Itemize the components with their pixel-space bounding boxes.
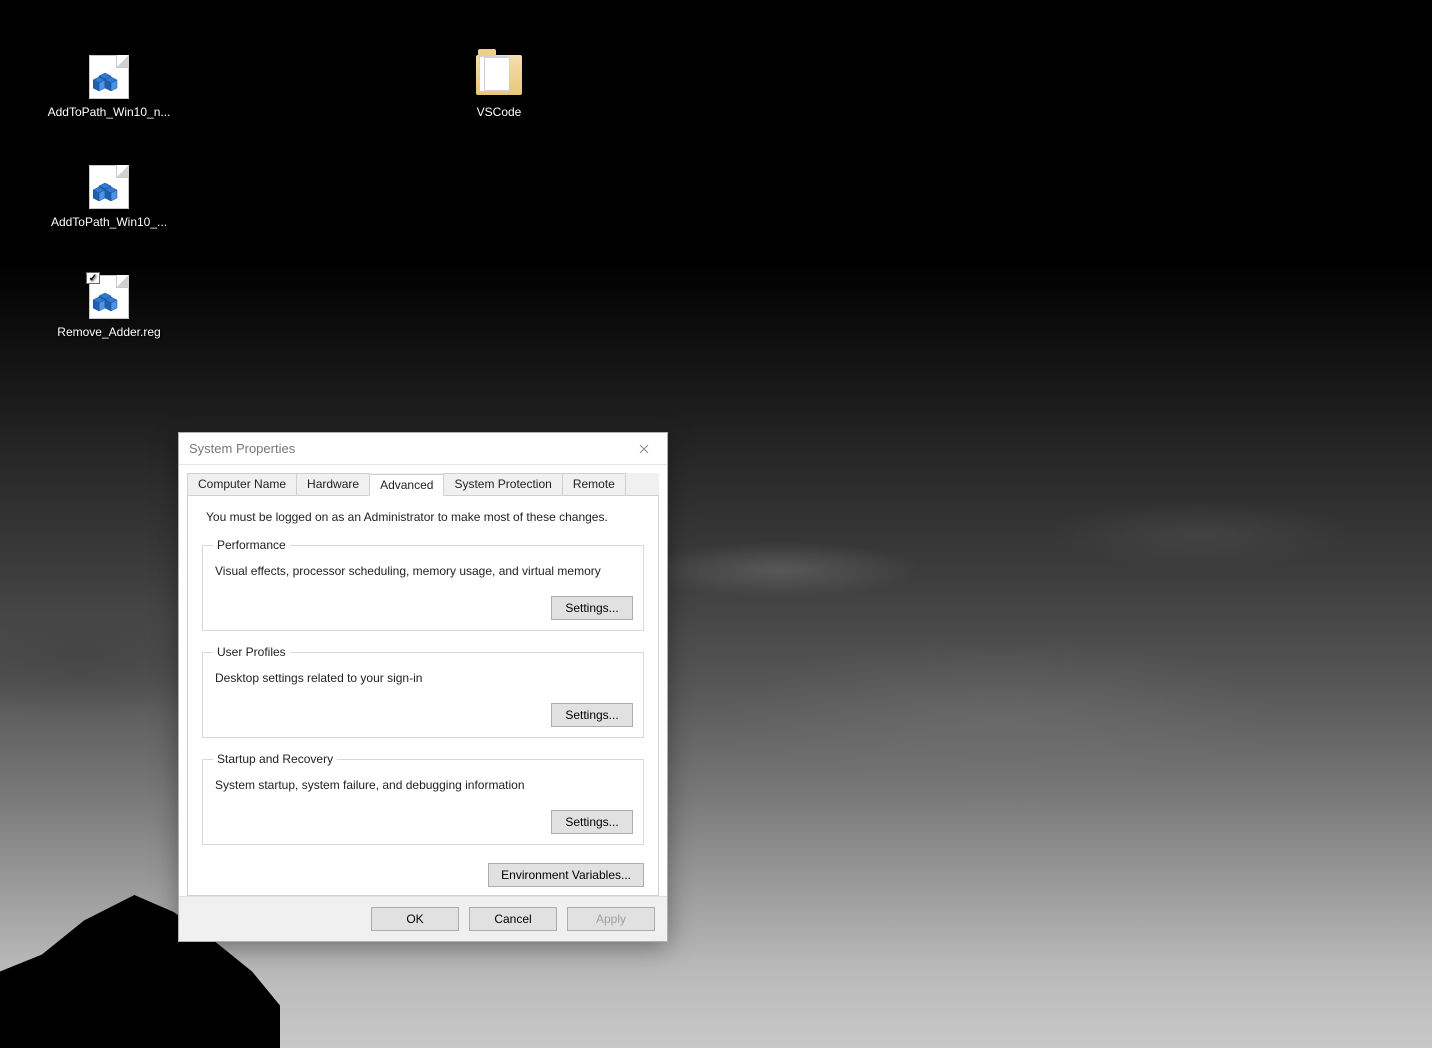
desktop[interactable]: AddToPath_Win10_n... AddToPath_Win10_... ✓… — [0, 0, 1432, 1048]
tab-advanced[interactable]: Advanced — [369, 474, 444, 496]
group-user-profiles: User Profiles Desktop settings related t… — [202, 645, 644, 738]
desktop-icon-label: AddToPath_Win10_n... — [48, 105, 171, 121]
startup-recovery-settings-button[interactable]: Settings... — [551, 810, 633, 834]
ok-button[interactable]: OK — [371, 907, 459, 931]
desktop-icon-label: VSCode — [477, 105, 522, 121]
checkmark-badge-icon: ✓ — [86, 272, 100, 284]
apply-button[interactable]: Apply — [567, 907, 655, 931]
performance-settings-button[interactable]: Settings... — [551, 596, 633, 620]
group-startup-recovery-desc: System startup, system failure, and debu… — [215, 778, 633, 792]
desktop-icon-label: AddToPath_Win10_... — [51, 215, 167, 231]
environment-variables-button[interactable]: Environment Variables... — [488, 863, 644, 887]
regfile-icon: ✓ — [89, 275, 129, 319]
regfile-icon — [89, 165, 129, 209]
regfile-icon — [89, 55, 129, 99]
desktop-icon-regfile-0[interactable]: AddToPath_Win10_n... — [34, 55, 184, 121]
group-performance: Performance Visual effects, processor sc… — [202, 538, 644, 631]
group-startup-recovery-legend: Startup and Recovery — [213, 752, 337, 766]
desktop-icon-label: Remove_Adder.reg — [57, 325, 160, 341]
tab-strip: Computer NameHardwareAdvancedSystem Prot… — [187, 473, 659, 496]
desktop-icon-folder-3[interactable]: VSCode — [424, 55, 574, 121]
desktop-icon-regfile-1[interactable]: AddToPath_Win10_... — [34, 165, 184, 231]
group-user-profiles-legend: User Profiles — [213, 645, 290, 659]
registry-cubes-icon — [93, 66, 123, 95]
registry-cubes-icon — [93, 176, 123, 205]
registry-cubes-icon — [93, 286, 123, 315]
group-performance-legend: Performance — [213, 538, 290, 552]
dialog-button-bar: OK Cancel Apply — [179, 896, 667, 941]
dialog-titlebar[interactable]: System Properties — [179, 433, 667, 465]
group-startup-recovery: Startup and Recovery System startup, sys… — [202, 752, 644, 845]
cancel-button[interactable]: Cancel — [469, 907, 557, 931]
dialog-title: System Properties — [189, 441, 295, 456]
tab-computer-name[interactable]: Computer Name — [187, 473, 297, 495]
user-profiles-settings-button[interactable]: Settings... — [551, 703, 633, 727]
desktop-icon-regfile-2[interactable]: ✓ Remove_Adder.reg — [34, 275, 184, 341]
group-user-profiles-desc: Desktop settings related to your sign-in — [215, 671, 633, 685]
tab-remote[interactable]: Remote — [562, 473, 626, 495]
tab-hardware[interactable]: Hardware — [296, 473, 370, 495]
group-performance-desc: Visual effects, processor scheduling, me… — [215, 564, 633, 578]
close-icon — [639, 444, 649, 454]
tab-system-protection[interactable]: System Protection — [443, 473, 562, 495]
tab-panel-advanced: You must be logged on as an Administrato… — [187, 496, 659, 896]
admin-note: You must be logged on as an Administrato… — [206, 510, 644, 524]
close-button[interactable] — [621, 433, 667, 465]
system-properties-dialog: System Properties Computer NameHardwareA… — [178, 432, 668, 942]
folder-icon — [476, 55, 522, 95]
